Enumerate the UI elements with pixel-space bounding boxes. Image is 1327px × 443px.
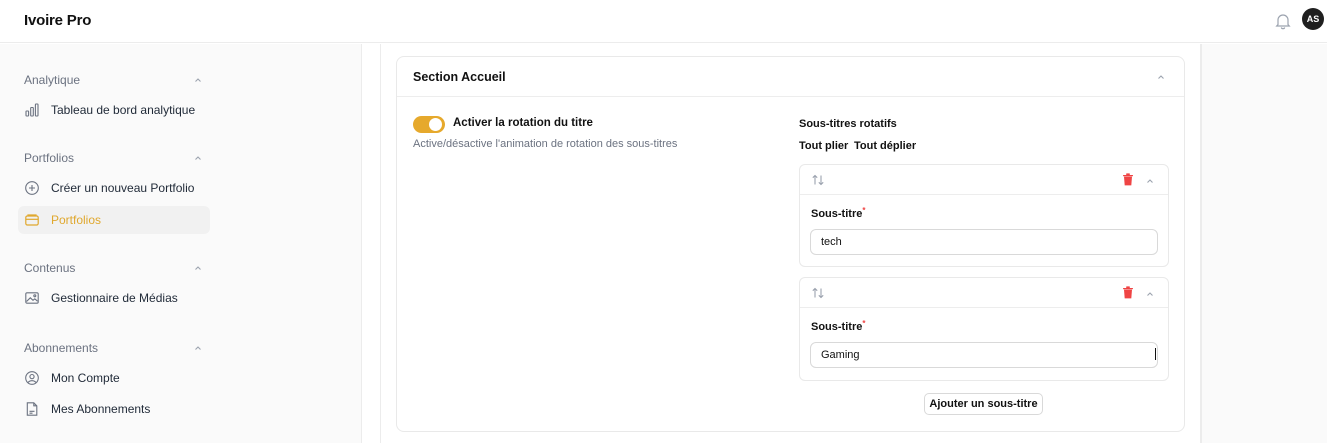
sort-arrows-icon[interactable] bbox=[811, 287, 825, 299]
sidebar: Analytique Tableau de bord analytique Po… bbox=[0, 44, 362, 443]
subtitle-input[interactable] bbox=[810, 229, 1158, 255]
image-icon bbox=[25, 292, 39, 304]
subtitle-field-label: Sous-titre* bbox=[811, 319, 866, 333]
document-icon bbox=[26, 402, 38, 416]
subtitle-item-header[interactable] bbox=[800, 278, 1168, 308]
required-mark: * bbox=[862, 319, 866, 328]
section-title: Section Accueil bbox=[413, 70, 506, 84]
section-header[interactable]: Section Accueil bbox=[397, 57, 1184, 97]
subtitle-item: Sous-titre* bbox=[799, 277, 1169, 381]
chevron-up-icon[interactable] bbox=[193, 75, 203, 85]
toggle-label: Activer la rotation du titre bbox=[453, 117, 593, 129]
field-label-text: Sous-titre bbox=[811, 208, 863, 220]
chevron-up-icon[interactable] bbox=[193, 153, 203, 163]
sidebar-group-abonnements[interactable]: Abonnements bbox=[24, 341, 98, 355]
user-circle-icon bbox=[25, 371, 39, 385]
section-accueil-card: Section Accueil Activer la rotation du t… bbox=[396, 56, 1185, 432]
subtitles-heading: Sous-titres rotatifs bbox=[799, 118, 897, 130]
unfold-all-button[interactable]: Tout déplier bbox=[854, 140, 916, 152]
app-title: Ivoire Pro bbox=[24, 12, 92, 29]
fold-all-button[interactable]: Tout plier bbox=[799, 140, 848, 152]
add-subtitle-button[interactable]: Ajouter un sous-titre bbox=[924, 393, 1043, 415]
plus-circle-icon bbox=[25, 181, 39, 195]
sidebar-group-contenus[interactable]: Contenus bbox=[24, 261, 75, 275]
sidebar-item-mon-compte[interactable]: Mon Compte bbox=[18, 364, 210, 392]
right-panel bbox=[1201, 44, 1327, 443]
sidebar-item-portfolios[interactable]: Portfolios bbox=[18, 206, 210, 234]
sidebar-item-label: Mon Compte bbox=[51, 371, 120, 385]
sidebar-group-portfolios[interactable]: Portfolios bbox=[24, 151, 74, 165]
subtitle-item-header[interactable] bbox=[800, 165, 1168, 195]
sidebar-item-tableau-de-bord[interactable]: Tableau de bord analytique bbox=[18, 96, 210, 124]
sidebar-item-label: Créer un nouveau Portfolio bbox=[51, 181, 195, 195]
top-bar: Ivoire Pro AS bbox=[0, 0, 1327, 43]
avatar[interactable]: AS bbox=[1302, 8, 1324, 30]
subtitle-input[interactable] bbox=[810, 342, 1158, 368]
divider bbox=[380, 44, 381, 443]
sidebar-item-label: Gestionnaire de Médias bbox=[51, 291, 178, 305]
subtitle-item: Sous-titre* bbox=[799, 164, 1169, 267]
sidebar-item-mes-abonnements[interactable]: Mes Abonnements bbox=[18, 395, 210, 423]
chevron-up-icon[interactable] bbox=[1145, 176, 1155, 186]
rotation-toggle[interactable] bbox=[413, 116, 445, 133]
chevron-up-icon[interactable] bbox=[193, 263, 203, 273]
sidebar-item-creer-portfolio[interactable]: Créer un nouveau Portfolio bbox=[18, 174, 210, 202]
field-label-text: Sous-titre bbox=[811, 321, 863, 333]
sidebar-group-analytique[interactable]: Analytique bbox=[24, 73, 80, 87]
sidebar-item-label: Portfolios bbox=[51, 213, 102, 227]
toggle-description: Active/désactive l'animation de rotation… bbox=[413, 138, 678, 150]
chevron-up-icon[interactable] bbox=[1156, 72, 1166, 82]
subtitle-field-label: Sous-titre* bbox=[811, 206, 866, 220]
text-cursor bbox=[1155, 348, 1156, 360]
chevron-up-icon[interactable] bbox=[193, 343, 203, 353]
sidebar-item-label: Tableau de bord analytique bbox=[51, 103, 196, 117]
sidebar-item-gestionnaire-medias[interactable]: Gestionnaire de Médias bbox=[18, 284, 210, 312]
folder-icon bbox=[25, 214, 39, 226]
required-mark: * bbox=[862, 206, 866, 215]
bar-chart-icon bbox=[25, 103, 39, 117]
trash-icon[interactable] bbox=[1122, 173, 1134, 186]
chevron-up-icon[interactable] bbox=[1145, 289, 1155, 299]
bell-icon[interactable] bbox=[1275, 12, 1291, 30]
toggle-knob bbox=[429, 118, 442, 131]
trash-icon[interactable] bbox=[1122, 286, 1134, 299]
sort-arrows-icon[interactable] bbox=[811, 174, 825, 186]
sidebar-item-label: Mes Abonnements bbox=[51, 402, 151, 416]
